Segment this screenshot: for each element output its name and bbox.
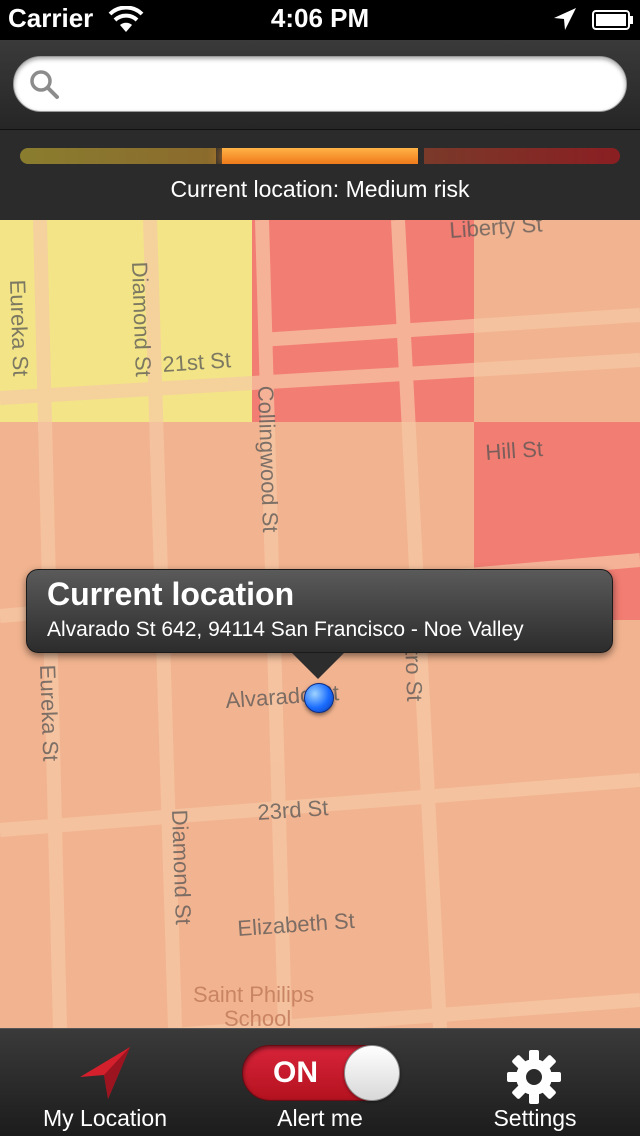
street-label: Eureka St	[5, 279, 33, 376]
street-label: Eureka St	[35, 664, 63, 761]
clock: 4:06 PM	[270, 3, 370, 33]
search-input[interactable]	[72, 65, 612, 103]
gear-icon	[507, 1050, 561, 1104]
street-label: 23rd St	[257, 795, 330, 825]
tab-label: My Location	[42, 1105, 167, 1131]
search-field[interactable]	[13, 56, 627, 112]
risk-panel: Current location: Medium risk	[0, 130, 640, 220]
location-callout[interactable]: Current location Alvarado St 642, 94114 …	[26, 569, 613, 653]
tab-label: Alert me	[277, 1105, 363, 1131]
navigation-arrow-icon	[80, 1047, 130, 1099]
location-services-icon	[554, 8, 576, 30]
street-label: 21st St	[162, 347, 232, 377]
risk-segment-medium	[221, 148, 419, 164]
tab-alert-me: ON Alert me	[230, 1029, 410, 1136]
poi-label: Saint Philips	[193, 982, 314, 1007]
user-location-pin[interactable]	[304, 683, 334, 713]
tab-label: Settings	[493, 1105, 577, 1131]
battery-icon	[592, 10, 633, 30]
poi-label: School	[224, 1006, 291, 1028]
risk-segment-high	[423, 148, 620, 164]
street-label: Collingwood St	[253, 385, 283, 533]
tab-settings[interactable]: Settings	[470, 1029, 600, 1136]
toggle-state-text: ON	[273, 1056, 318, 1089]
status-bar: Carrier 4:06 PM	[0, 0, 640, 40]
search-icon	[30, 70, 59, 99]
callout-pointer	[292, 653, 344, 679]
search-bar	[0, 40, 640, 130]
street-label: Elizabeth St	[237, 908, 356, 941]
callout-title: Current location	[47, 576, 295, 612]
callout-address: Alvarado St 642, 94114 San Francisco - N…	[47, 618, 524, 641]
risk-segment-low	[20, 148, 217, 164]
street-label: Diamond St	[167, 809, 196, 925]
toggle-knob[interactable]	[344, 1045, 400, 1101]
street-label: Hill St	[485, 436, 544, 465]
tab-bar: My Location ON Alert me Settings	[0, 1028, 640, 1136]
street-label: Diamond St	[127, 261, 156, 377]
zone-high	[252, 220, 474, 422]
risk-status-text: Current location: Medium risk	[170, 176, 470, 202]
tab-my-location[interactable]: My Location	[20, 1029, 190, 1136]
alert-toggle[interactable]: ON	[242, 1045, 400, 1101]
risk-level-bar	[20, 148, 620, 164]
